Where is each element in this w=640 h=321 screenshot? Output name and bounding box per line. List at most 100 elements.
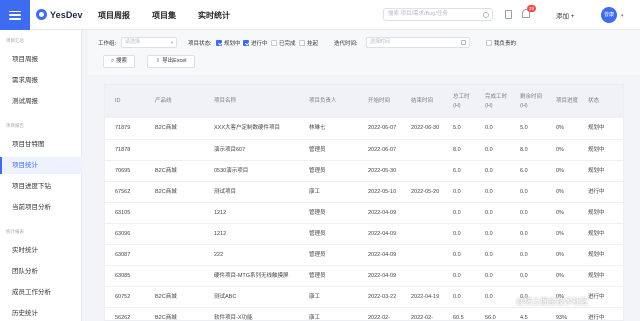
sidebar-item-realtime-stats[interactable]: 实时统计: [0, 242, 82, 259]
sidebar-item-current-analysis[interactable]: 当前项目分析: [0, 199, 82, 216]
table-cell: 0.0: [453, 209, 461, 216]
table-cell: 规划中: [588, 167, 605, 174]
table-cell: [401, 265, 443, 286]
notifications[interactable]: 29: [522, 5, 536, 19]
chevron-down-icon: ▾: [170, 40, 173, 45]
mine-checkbox[interactable]: 我负责的: [486, 39, 516, 47]
table-row[interactable]: 71878 演示项目607 管理员 2022-06-07 8.0 0.0 8.0 0% 规划中: [105, 139, 623, 160]
table-cell: 规划中: [588, 209, 605, 216]
table-cell: 规划中: [588, 251, 605, 258]
table-row[interactable]: 63105 1212 管理员 2022-04-09 0.0 0.0 0.0 0% 规划中: [105, 202, 623, 223]
table-row[interactable]: 63096 1212 管理员 2022-04-09 0.0 0.0 0.0 0% 规划中: [105, 223, 623, 244]
date-picker[interactable]: 选择时间: [366, 37, 470, 48]
project-table-card: ID 产品线 项目名称 项目负责人 开始时间 结束时间 总工时(H) 完成工时(H) 剩余时间(…: [104, 84, 624, 321]
table-cell: 56262: [115, 314, 131, 321]
workspace-select[interactable]: 请选择 ▾: [121, 37, 177, 48]
sidebar-item-test-report[interactable]: 测试周报: [0, 93, 82, 110]
table-row[interactable]: 71879 B2C商城 XXX大客户定制数硬件项目 林琳七 2022-06-07 2022…: [105, 118, 623, 139]
table-cell: 2022-05-10: [368, 188, 397, 195]
nav-item-weekly[interactable]: 项目周报: [98, 10, 130, 21]
sidebar-item-label: 历史统计: [12, 310, 38, 317]
table-cell: 1212: [214, 209, 227, 216]
column-header: 结束时间: [411, 98, 434, 104]
table-body: 71879 B2C商城 XXX大客户定制数硬件项目 林琳七 2022-06-07 2022…: [105, 118, 623, 321]
table-row[interactable]: 67562 B2C商城 测试项目 康工 2022-05-10 2022-05-20 0.0 0…: [105, 181, 623, 202]
table-cell: 5.0: [520, 125, 528, 132]
column-header: 项目进度: [556, 98, 579, 104]
table-cell: 0.0: [453, 272, 461, 279]
table-cell: 0.0: [453, 293, 461, 300]
table-cell: 0.0: [485, 146, 493, 153]
table-row[interactable]: 63087 222 管理员 2022-04-09 0.0 0.0 0.0 0% 规划中: [105, 244, 623, 265]
table-cell: 93%: [556, 314, 568, 321]
sidebar-item-requirement-report[interactable]: 需求周报: [0, 72, 82, 89]
date-label: 迭代时间:: [334, 41, 358, 47]
table-row[interactable]: 56262 B2C商城 软件项目-X功能 康工 2022-02- 2022-02- 60.5…: [105, 307, 623, 321]
status-checkbox-completed[interactable]: 已完成: [271, 39, 296, 47]
table-cell: 管理员: [309, 251, 326, 258]
column-header: 剩余时间(H): [520, 93, 543, 109]
sidebar-item-history-stats[interactable]: 历史统计: [0, 305, 82, 321]
table-cell: 软件项目-X功能: [214, 314, 253, 321]
notification-badge: 29: [527, 5, 536, 12]
table-cell: 2022-06-07: [368, 125, 397, 132]
table-cell: 0.0: [453, 251, 461, 258]
table-row[interactable]: 70695 B2C商城 0530演示项目 管理员 2022-05-30 6.0 0.0 6.0…: [105, 160, 623, 181]
table-cell: 2022-04-09: [368, 230, 397, 237]
sidebar-item-gantt[interactable]: 项目甘特图: [0, 136, 82, 153]
table-row[interactable]: 63085 硬件项目-MTG系列无线触摸屏 管理员 2022-04-09 0.0 0.0 0…: [105, 265, 623, 286]
sidebar-item-team-analysis[interactable]: 团队分析: [0, 263, 82, 280]
status-option-label: 进行中: [251, 41, 268, 47]
hamburger-icon: [9, 10, 21, 20]
table-cell: 63096: [115, 230, 131, 237]
search-button[interactable]: ⌕ 搜索: [103, 55, 135, 68]
nav-item-project-set[interactable]: 项目集: [152, 10, 176, 21]
main-nav: 项目周报 项目集 实时统计: [98, 0, 252, 30]
column-header: ID: [115, 98, 121, 104]
table-cell: 0%: [556, 188, 564, 195]
sidebar-item-label: 测试周报: [12, 98, 38, 105]
table-cell: 71878: [115, 146, 131, 153]
chevron-down-icon[interactable]: ▾: [621, 13, 624, 19]
table-cell: 管理员: [309, 209, 326, 216]
avatar[interactable]: 曾康: [601, 7, 617, 23]
status-checkbox-planning[interactable]: 规划中: [216, 39, 241, 47]
sidebar-item-weekly-report[interactable]: 项目周报: [0, 51, 82, 68]
status-option-label: 挂起: [307, 41, 319, 47]
table-cell: 67562: [115, 188, 131, 195]
table-cell: 0.0: [520, 251, 528, 258]
table-cell: 0.0: [485, 293, 493, 300]
table-cell: 2022-02-: [368, 314, 391, 321]
export-button[interactable]: ⇩ 导出Excel: [147, 55, 195, 68]
filter-bar: 工作组: 请选择 ▾ 项目状态: 规划中 进行中 已完成 挂起 迭代时间: 选择…: [88, 30, 640, 75]
mine-label: 我负责的: [494, 41, 517, 47]
checkbox-icon: [299, 40, 305, 46]
search-input[interactable]: 搜索 项目/需求/Bug/任务: [383, 8, 493, 21]
table-cell: 60752: [115, 293, 131, 300]
status-checkbox-suspended[interactable]: 挂起: [299, 39, 318, 47]
add-button[interactable]: 添加 +: [556, 10, 575, 20]
sidebar-group-stats: 统计报表: [6, 229, 24, 234]
table-cell: 0%: [556, 209, 564, 216]
table-cell: 0%: [556, 272, 564, 279]
table-cell: 2022-04-09: [368, 272, 397, 279]
status-checkbox-in-progress[interactable]: 进行中: [243, 39, 268, 47]
table-cell: B2C商城: [155, 293, 177, 300]
table-cell: 0%: [556, 167, 564, 174]
sidebar-item-progress-drilldown[interactable]: 项目进度下钻: [0, 178, 82, 195]
sidebar-item-label: 团队分析: [12, 268, 38, 275]
logo[interactable]: YesDev: [36, 9, 83, 20]
table-cell: 规划中: [588, 146, 605, 153]
sidebar-item-project-stats[interactable]: 项目统计: [0, 157, 82, 174]
sidebar-item-label: 成员工作分析: [12, 289, 51, 296]
table-cell: 5.0: [453, 125, 461, 132]
search-icon: [483, 11, 489, 18]
menu-button[interactable]: [0, 0, 30, 30]
table-cell: 56.0: [485, 314, 496, 321]
nav-item-realtime[interactable]: 实时统计: [198, 10, 230, 21]
table-cell: 进行中: [588, 314, 605, 321]
sidebar-item-member-analysis[interactable]: 成员工作分析: [0, 284, 82, 301]
table-cell: 测试ABC: [214, 293, 237, 300]
table-cell: 0.0: [453, 230, 461, 237]
document-icon[interactable]: [505, 10, 512, 19]
